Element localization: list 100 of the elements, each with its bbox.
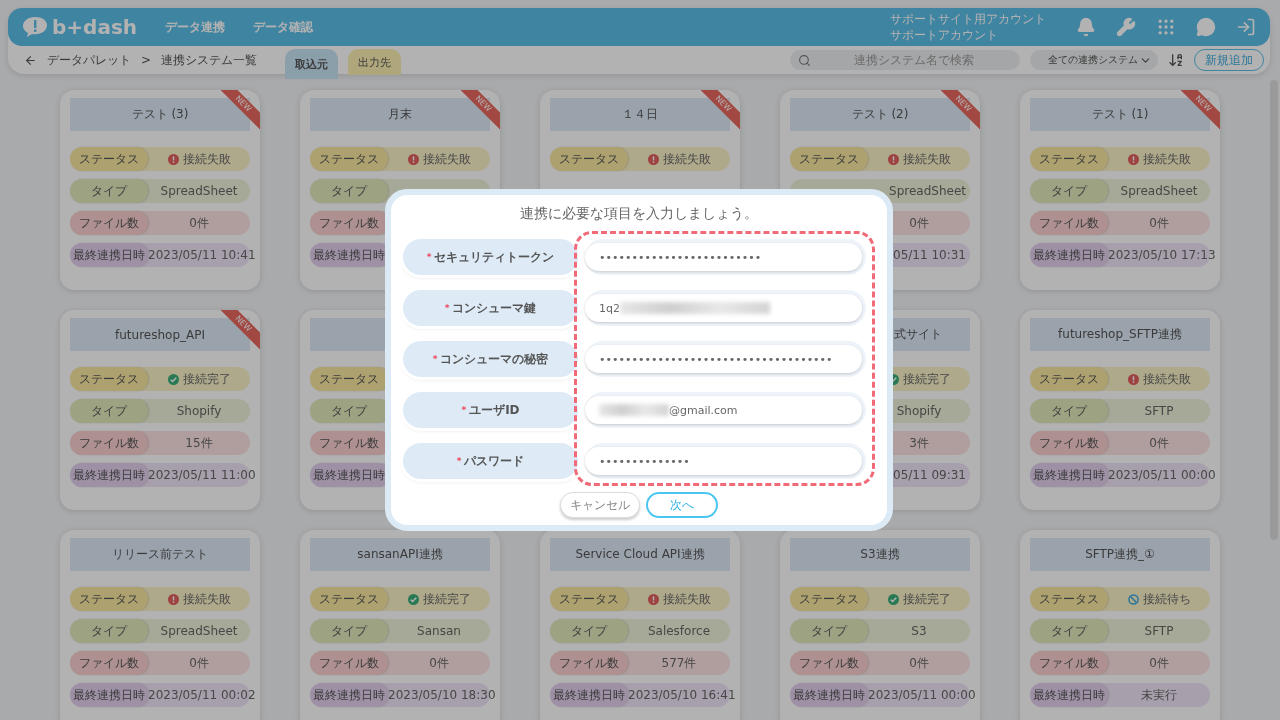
row-value: 0件 [189,214,209,232]
row-label: 最終連携日時 [790,683,868,707]
row-label: ステータス [550,147,628,171]
field-label: * パスワード [403,443,578,479]
row-value: Shopify [176,404,222,418]
row-value: Sansan [417,624,461,638]
row-value: SpreadSheet [889,184,966,198]
row-value: 2023/05/11 00:02 [148,688,256,702]
row-label: タイプ [70,179,148,203]
row-value: 接続完了 [182,370,231,388]
row-value: SpreadSheet [160,624,238,638]
row-value: 2023/05/11 00:00 [1108,468,1216,482]
card-title: futureshop_SFTP連携 [1030,318,1210,351]
row-label: ファイル数 [1030,211,1108,235]
card-title: SFTP連携_① [1030,538,1210,571]
row-label: ステータス [1030,147,1108,171]
row-label: ファイル数 [70,651,148,675]
row-value: 0件 [909,654,929,672]
row-label: ファイル数 [1030,651,1108,675]
row-value: 接続失敗 [1142,150,1191,168]
row-label: タイプ [70,399,148,423]
row-label: ステータス [790,147,868,171]
required-mark: * [432,354,438,364]
row-label: ステータス [70,367,148,391]
dialog-title: 連携に必要な項目を入力しましょう。 [520,205,758,223]
row-label: 最終連携日時 [1030,683,1108,707]
row-value: 接続失敗 [422,150,471,168]
row-value: SpreadSheet [160,184,238,198]
row-value: 0件 [1149,214,1169,232]
row-value: S3 [911,624,927,638]
row-value: 接続失敗 [662,150,711,168]
row-value: 0件 [1149,654,1169,672]
row-label: タイプ [310,399,388,423]
row-label: ファイル数 [550,651,628,675]
required-mark: * [461,405,467,415]
row-value: 接続失敗 [662,590,711,608]
row-value: 接続待ち [1142,590,1191,608]
row-label: ステータス [550,587,628,611]
row-value: 0件 [1149,434,1169,452]
breadcrumb-item: 連携システム一覧 [161,51,258,69]
field-label: * コンシューマの秘密 [403,341,578,377]
row-label: ステータス [310,367,388,391]
row-label: 最終連携日時 [70,243,148,267]
row-value: 577件 [661,654,697,672]
row-label: ファイル数 [70,211,148,235]
row-value: 接続失敗 [182,590,231,608]
row-label: ステータス [310,587,388,611]
row-value: 接続失敗 [1142,370,1191,388]
row-value: 15件 [185,434,213,452]
required-mark: * [426,252,432,262]
row-label: タイプ [1030,399,1108,423]
row-value: 2023/05/10 16:41 [628,688,736,702]
row-value: 未実行 [1141,686,1177,704]
row-label: タイプ [790,619,868,643]
row-label: ファイル数 [310,211,388,235]
required-mark: * [444,303,450,313]
row-label: ステータス [70,587,148,611]
row-value: SFTP [1144,404,1174,418]
row-label: タイプ [310,179,388,203]
row-label: 最終連携日時 [310,463,388,487]
row-label: ステータス [70,147,148,171]
card-title: sansanAPI連携 [310,538,490,571]
row-value: 接続完了 [422,590,471,608]
row-label: ステータス [790,587,868,611]
row-label: 最終連携日時 [310,683,388,707]
row-value: 接続完了 [902,590,951,608]
row-value: 2023/05/11 00:00 [868,688,976,702]
row-value: 接続失敗 [902,150,951,168]
row-label: 最終連携日時 [70,683,148,707]
account-name: サポートアカウント [890,27,999,43]
row-value: 接続完了 [902,370,951,388]
row-value: 0件 [909,214,929,232]
row-label: ファイル数 [70,431,148,455]
required-mark: * [456,456,462,466]
row-value: SpreadSheet [1120,184,1198,198]
row-value: 2023/05/10 17:13 [1108,248,1216,262]
row-value: SFTP [1144,624,1174,638]
row-value: 2023/05/11 11:00 [148,468,256,482]
logo-text: b+dash [52,15,138,39]
row-label: ステータス [310,147,388,171]
row-value: Shopify [896,404,942,418]
row-label: 最終連携日時 [310,243,388,267]
row-label: 最終連携日時 [70,463,148,487]
row-label: 最終連携日時 [550,683,628,707]
field-label: * コンシューマ鍵 [403,290,578,326]
row-label: 最終連携日時 [1030,243,1108,267]
row-value: 2023/05/10 18:30 [388,688,496,702]
row-value: 05/11 09:31 [893,468,966,482]
row-label: ファイル数 [310,651,388,675]
row-label: タイプ [1030,619,1108,643]
row-label: タイプ [1030,179,1108,203]
row-value: 0件 [429,654,449,672]
breadcrumb-item: > [141,53,152,67]
row-value: 05/11 10:31 [893,248,966,262]
field-label: * ユーザID [403,392,578,428]
row-value: 接続失敗 [182,150,231,168]
row-label: ファイル数 [1030,431,1108,455]
card-title: S3連携 [790,538,970,571]
row-label: ステータス [1030,367,1108,391]
row-value: 3件 [909,434,929,452]
